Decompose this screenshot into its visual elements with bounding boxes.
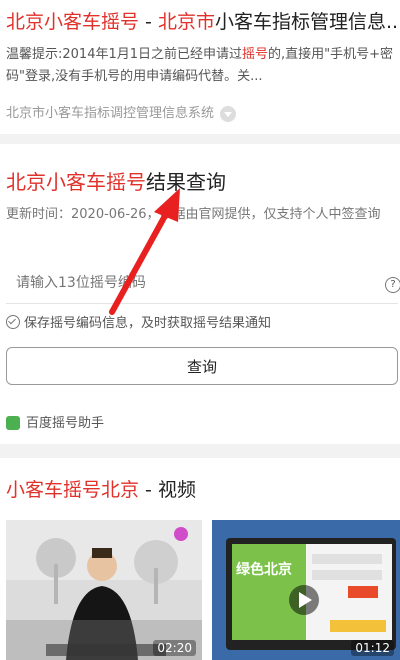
video-card: 小客车摇号北京 - 视频 02:20 绿色北京 01:12: [0, 458, 400, 660]
widget-title[interactable]: 北京小客车摇号结果查询: [6, 170, 226, 194]
widget-title-red: 北京小客车摇号: [6, 170, 146, 194]
video-1-image: [6, 520, 202, 660]
search-result-card: 北京小客车摇号 - 北京市小客车指标管理信息... 温馨提示:2014年1月1日…: [0, 0, 400, 134]
snippet-highlight: 摇号: [242, 47, 269, 62]
video-thumbnail-2[interactable]: 绿色北京 01:12: [212, 520, 400, 660]
assistant-label: 百度摇号助手: [26, 416, 105, 431]
assistant-link[interactable]: 百度摇号助手: [6, 412, 104, 431]
title-part-2: 北京市: [157, 11, 215, 33]
video-duration: 02:20: [153, 640, 196, 656]
result-snippet: 温馨提示:2014年1月1日之前已经申请过摇号的,直接用"手机号+密码"登录,没…: [6, 44, 394, 88]
video-title-red: 小客车摇号北京: [6, 479, 140, 501]
query-button[interactable]: 查询: [6, 347, 398, 385]
result-source[interactable]: 北京市小客车指标调控管理信息系统: [6, 102, 237, 122]
video-duration: 01:12: [351, 640, 394, 656]
update-info: 更新时间：2020-06-26，数据由官网提供，仅支持个人中签查询: [6, 207, 381, 222]
video-thumbnail-1[interactable]: 02:20: [6, 520, 202, 660]
lottery-query-card: 北京小客车摇号结果查询 更新时间：2020-06-26，数据由官网提供，仅支持个…: [0, 144, 400, 444]
save-code-option[interactable]: 保存摇号编码信息，及时获取摇号结果通知: [6, 314, 271, 334]
video-section-title[interactable]: 小客车摇号北京 - 视频: [6, 478, 196, 502]
title-sep: -: [139, 11, 158, 33]
title-part-3: 小客车指标管理信息...: [214, 11, 400, 33]
video-title-black: - 视频: [139, 479, 196, 501]
widget-title-black: 结果查询: [146, 170, 226, 194]
check-circle-icon[interactable]: [6, 315, 20, 329]
video-2-image: 绿色北京: [212, 520, 400, 660]
video-2-overlay: 绿色北京: [236, 561, 292, 578]
help-icon[interactable]: ?: [385, 277, 400, 293]
result-title-link[interactable]: 北京小客车摇号 - 北京市小客车指标管理信息...: [6, 10, 400, 34]
source-label: 北京市小客车指标调控管理信息系统: [6, 106, 215, 121]
lottery-code-input[interactable]: [6, 262, 398, 304]
snippet-text: 温馨提示:2014年1月1日之前已经申请过: [6, 47, 243, 62]
title-part-1: 北京小客车摇号: [6, 11, 140, 33]
assistant-icon: [6, 416, 20, 430]
chevron-down-icon[interactable]: [220, 105, 237, 122]
save-label: 保存摇号编码信息，及时获取摇号结果通知: [24, 316, 272, 331]
